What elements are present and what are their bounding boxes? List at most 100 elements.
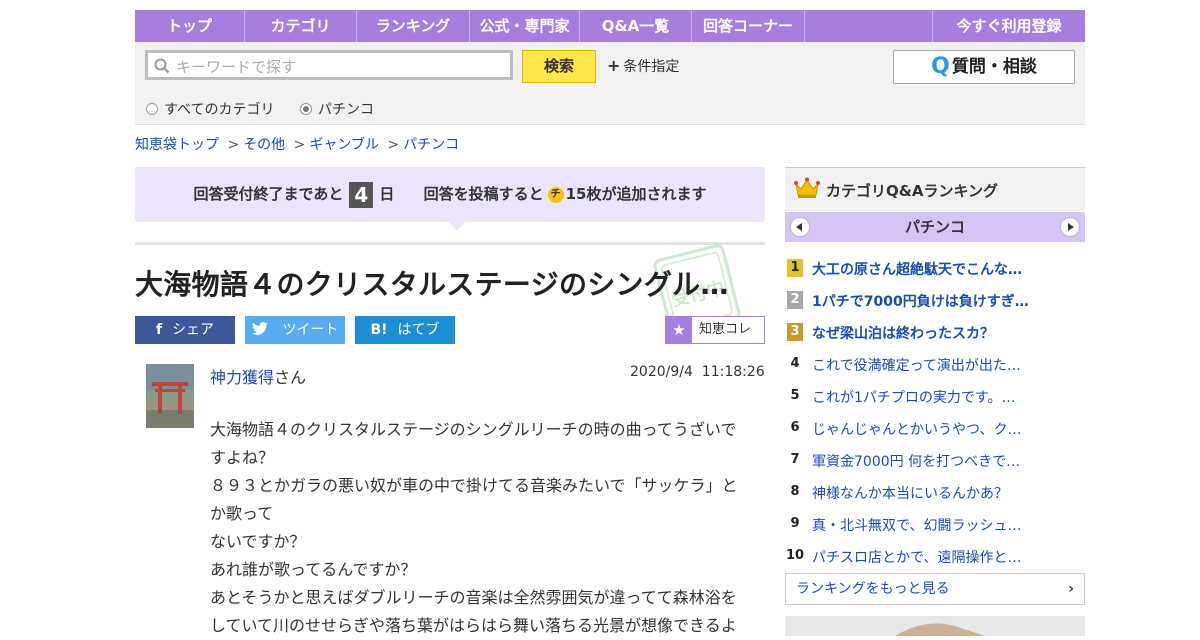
search-area: 検索 +条件指定 Q質問・相談 すべてのカテゴリ パチンコ bbox=[135, 42, 1085, 125]
next-category-button[interactable] bbox=[1060, 217, 1080, 237]
chevron-left-icon bbox=[796, 223, 802, 231]
q-icon: Q bbox=[931, 54, 950, 79]
ranking-item: 2 1パチで7000円負けは負けすぎ… bbox=[785, 285, 1085, 317]
body-line: あとそうかと思えばダブルリーチの音楽は全然雰囲気が違ってて森林浴を bbox=[210, 588, 737, 607]
crown-icon bbox=[794, 177, 820, 198]
rank-badge: 1 bbox=[787, 259, 803, 277]
facebook-share-label: シェア bbox=[172, 322, 215, 338]
question-author: 神力獲得さん bbox=[210, 364, 306, 388]
rank-number: 7 bbox=[790, 452, 800, 467]
breadcrumb-other[interactable]: その他 bbox=[243, 137, 285, 153]
ranking-link[interactable]: じゃんじゃんとかいうやつ、ク… bbox=[812, 419, 1021, 439]
ranking-item: 7 軍資金7000円 何を打つべきで… bbox=[785, 445, 1085, 477]
ranking-item: 10 パチスロ店とかで、遠隔操作と… bbox=[785, 541, 1085, 573]
body-line: していて川のせせらぎや落ち葉がはらはら舞い落ちる光景が想像できるよ bbox=[210, 616, 737, 635]
ranking-item: 8 神様なんか本当にいるんかあ？ bbox=[785, 477, 1085, 509]
hatebu-share-button[interactable]: B! はてブ bbox=[355, 316, 455, 344]
body-line: か歌って bbox=[210, 504, 274, 523]
condition-button[interactable]: + 条件指定 bbox=[607, 56, 679, 76]
body-line: ８９３とかガラの悪い奴が車の中で掛けてる音楽みたいで「サッケラ」と bbox=[210, 476, 738, 495]
ranking-item: 1 大工の原さん超絶駄天でこんな… bbox=[785, 253, 1085, 285]
post-time: 11:18:26 bbox=[701, 364, 765, 380]
scope-current-label: パチンコ bbox=[318, 102, 374, 118]
notice-prefix: 回答受付終了まであと bbox=[193, 185, 344, 203]
breadcrumb-home[interactable]: 知恵袋トップ bbox=[135, 137, 219, 153]
rank-badge: 3 bbox=[787, 323, 803, 341]
ranking-category-bar: パチンコ bbox=[785, 212, 1085, 242]
rank-number: 10 bbox=[785, 548, 805, 563]
rank-number: 4 bbox=[790, 356, 800, 371]
ranking-link[interactable]: 1パチで7000円負けは負けすぎ… bbox=[812, 291, 1029, 311]
notice-pointer bbox=[449, 222, 465, 231]
nav-answer-corner[interactable]: 回答コーナー bbox=[692, 10, 805, 42]
nav-top[interactable]: トップ bbox=[135, 10, 245, 42]
post-date: 2020/9/4 bbox=[630, 364, 693, 380]
body-line: あれ誰が歌ってるんですか？ bbox=[210, 560, 417, 579]
condition-label: 条件指定 bbox=[623, 59, 680, 75]
author-name-link[interactable]: 神力獲得 bbox=[210, 368, 274, 387]
more-ranking-label: ランキングをもっと見る bbox=[796, 581, 950, 597]
breadcrumb-separator: > bbox=[387, 137, 400, 153]
hatebu-share-label: はてブ bbox=[397, 322, 440, 338]
more-ranking-link[interactable]: ランキングをもっと見る › bbox=[785, 573, 1085, 605]
radio-unchecked-icon bbox=[146, 103, 158, 115]
ranking-title: カテゴリQ&Aランキング bbox=[826, 182, 998, 200]
prev-category-button[interactable] bbox=[790, 217, 810, 237]
rank-number: 5 bbox=[790, 388, 800, 403]
ranking-item: 5 これが1パチプロの実力です。… bbox=[785, 381, 1085, 413]
breadcrumb-pachinko[interactable]: パチンコ bbox=[403, 137, 459, 153]
notice-suffix: 15枚が追加されます bbox=[565, 185, 707, 203]
ask-question-label: 質問・相談 bbox=[951, 57, 1037, 77]
twitter-share-button[interactable]: ツイート bbox=[245, 316, 345, 344]
breadcrumb-gamble[interactable]: ギャンブル bbox=[309, 137, 379, 153]
scope-radio-all[interactable]: すべてのカテゴリ bbox=[146, 99, 274, 119]
chie-collection-label: 知恵コレ bbox=[699, 322, 752, 337]
ranking-link[interactable]: 大工の原さん超絶駄天でこんな… bbox=[812, 259, 1022, 279]
avatar[interactable] bbox=[146, 364, 194, 428]
scope-radio-current[interactable]: パチンコ bbox=[300, 99, 374, 119]
ranking-link[interactable]: 真・北斗無双で、幻闘ラッシュ… bbox=[812, 515, 1021, 535]
search-button[interactable]: 検索 bbox=[522, 50, 596, 83]
ranking-category-label: パチンコ bbox=[904, 218, 965, 236]
notice-middle: 回答を投稿すると bbox=[423, 185, 544, 203]
rank-number: 8 bbox=[790, 484, 800, 499]
chevron-right-icon: › bbox=[1068, 581, 1074, 597]
ranking-link[interactable]: 軍資金7000円 何を打つべきで… bbox=[812, 451, 1020, 471]
ranking-header: カテゴリQ&Aランキング bbox=[785, 167, 1085, 211]
ranking-item: 9 真・北斗無双で、幻闘ラッシュ… bbox=[785, 509, 1085, 541]
chie-collection-button[interactable]: ★ 知恵コレ bbox=[665, 316, 765, 344]
breadcrumb: 知恵袋トップ > その他 > ギャンブル > パチンコ bbox=[135, 134, 463, 154]
ranking-item: 6 じゃんじゃんとかいうやつ、ク… bbox=[785, 413, 1085, 445]
ask-question-button[interactable]: Q 質問・相談 bbox=[893, 50, 1075, 84]
search-input[interactable] bbox=[174, 55, 508, 79]
ranking-link[interactable]: これで役満確定って演出が出た… bbox=[812, 355, 1021, 375]
nav-category[interactable]: カテゴリ bbox=[245, 10, 357, 42]
facebook-icon: f bbox=[155, 322, 163, 338]
facebook-share-button[interactable]: f シェア bbox=[135, 316, 235, 344]
search-icon bbox=[154, 58, 170, 74]
nav-official-experts[interactable]: 公式・専門家 bbox=[470, 10, 580, 42]
coin-icon: チ bbox=[547, 186, 564, 203]
ranking-link[interactable]: なぜ梁山泊は終わったスカ？ bbox=[812, 323, 994, 343]
plus-icon: + bbox=[607, 56, 621, 75]
scope-all-label: すべてのカテゴリ bbox=[164, 102, 275, 118]
chevron-right-icon bbox=[1068, 223, 1074, 231]
star-icon: ★ bbox=[666, 317, 692, 343]
ad-banner[interactable] bbox=[785, 616, 1085, 636]
body-line: 大海物語４のクリスタルステージのシングルリーチの時の曲ってうざいで bbox=[210, 420, 737, 439]
answer-deadline-notice: 回答受付終了まであと 4 日 回答を投稿するとチ 15枚が追加されます bbox=[135, 167, 765, 222]
breadcrumb-separator: > bbox=[293, 137, 306, 153]
ranking-link[interactable]: 神様なんか本当にいるんかあ？ bbox=[812, 483, 1008, 503]
nav-ranking[interactable]: ランキング bbox=[357, 10, 470, 42]
rank-number: 6 bbox=[790, 420, 800, 435]
author-suffix: さん bbox=[274, 368, 307, 387]
nav-register[interactable]: 今すぐ利用登録 bbox=[933, 10, 1085, 42]
nav-qa-list[interactable]: Q&A一覧 bbox=[580, 10, 692, 42]
rank-badge: 2 bbox=[787, 291, 803, 309]
search-box bbox=[145, 50, 513, 80]
ranking-link[interactable]: パチスロ店とかで、遠隔操作と… bbox=[812, 547, 1021, 567]
body-line: ないですか？ bbox=[210, 532, 306, 551]
body-line: すよね？ bbox=[210, 448, 275, 467]
breadcrumb-separator: > bbox=[227, 137, 240, 153]
ranking-link[interactable]: これが1パチプロの実力です。… bbox=[812, 387, 1016, 407]
